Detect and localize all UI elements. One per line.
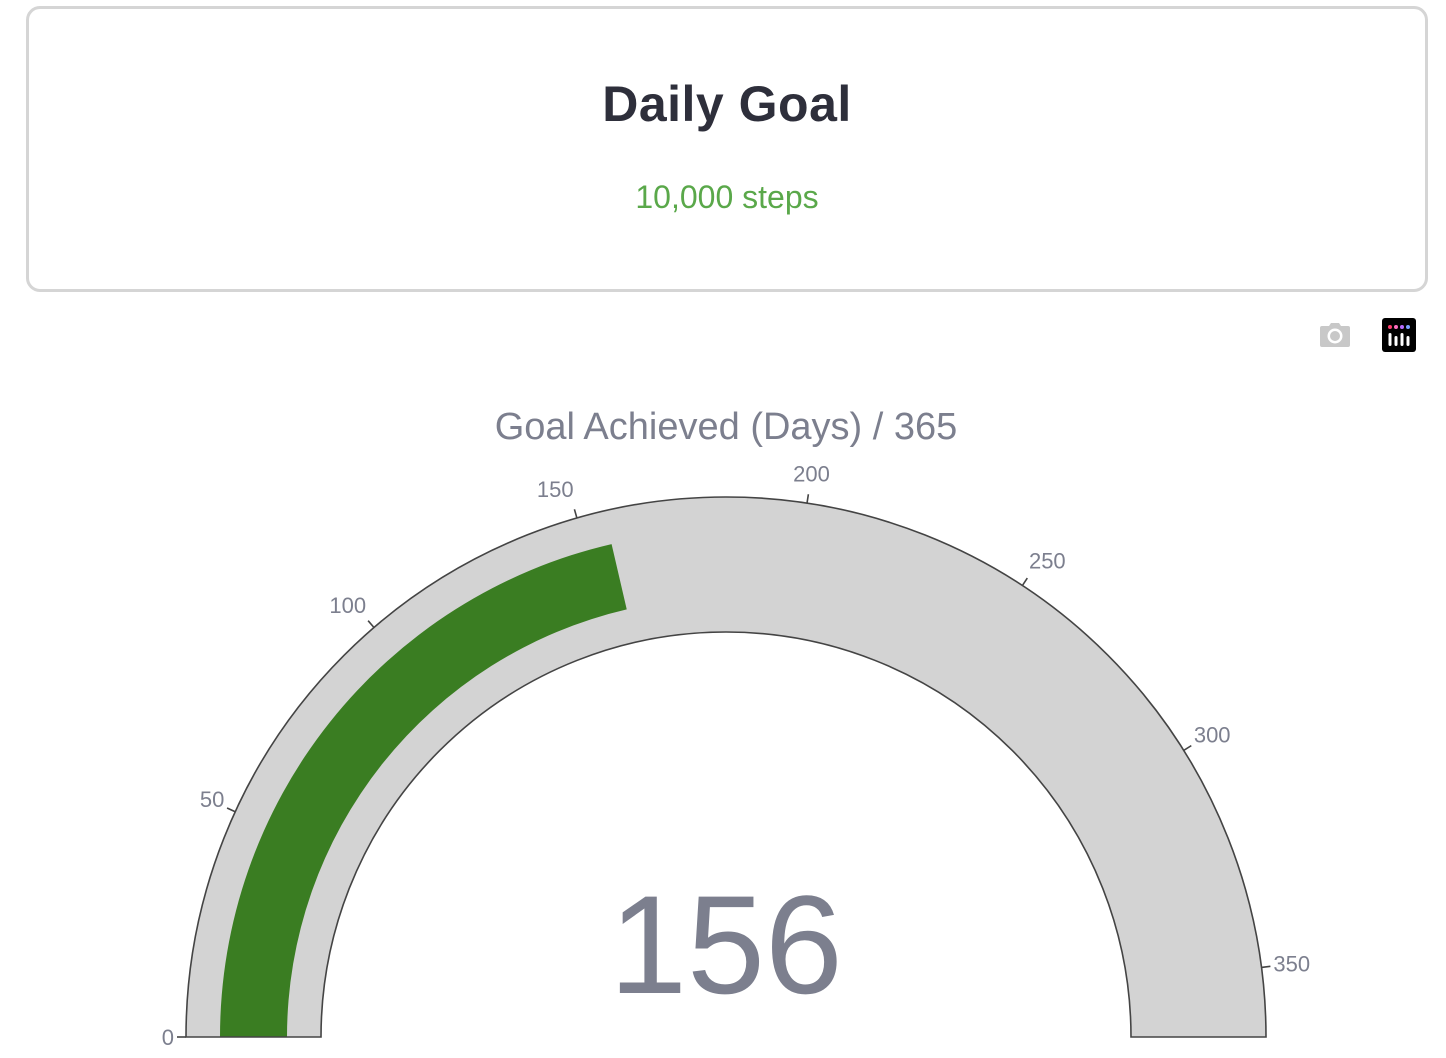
gauge-tick-label: 50 xyxy=(200,787,224,812)
gauge-tick-mark xyxy=(1021,577,1028,587)
gauge-tick-mark xyxy=(1261,965,1271,969)
gauge-tick-label: 350 xyxy=(1273,952,1310,977)
gauge-chart: Goal Achieved (Days) / 365 0 50 100 150 200 2… xyxy=(162,406,1310,1050)
gauge-tick-label: 150 xyxy=(537,477,574,502)
gauge-tick-label: 250 xyxy=(1029,549,1066,574)
gauge-tick-label: 0 xyxy=(162,1025,174,1050)
gauge-tick-label: 100 xyxy=(329,593,366,618)
gauge-value-number: 156 xyxy=(609,866,843,1023)
chart-title: Goal Achieved (Days) / 365 xyxy=(495,406,958,448)
gauge-tick-mark xyxy=(226,807,236,813)
gauge-tick-mark xyxy=(1183,744,1192,752)
gauge-tick-mark xyxy=(367,620,375,629)
gauge-tick-mark xyxy=(806,494,810,504)
gauge-tick-label: 300 xyxy=(1194,722,1231,747)
gauge-tick-mark xyxy=(573,509,578,519)
gauge-tick-label: 200 xyxy=(793,461,830,486)
